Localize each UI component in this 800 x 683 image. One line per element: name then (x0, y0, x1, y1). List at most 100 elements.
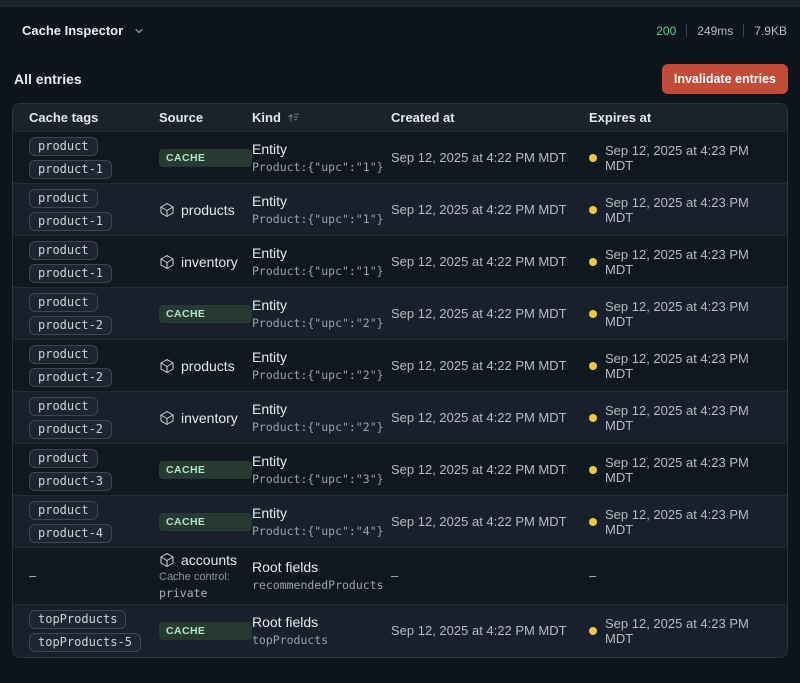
expires-at-cell: Sep 12, 2025 at 4:23 PM MDT (589, 247, 771, 277)
subgraph-name: products (181, 358, 235, 374)
expires-at-value: Sep 12, 2025 at 4:23 PM MDT (605, 247, 771, 277)
expires-at-value: Sep 12, 2025 at 4:23 PM MDT (605, 403, 771, 433)
created-at-cell: Sep 12, 2025 at 4:22 PM MDT (391, 254, 589, 269)
kind-detail: recommendedProducts (252, 578, 391, 592)
divider (743, 24, 744, 37)
expiry-status-dot (589, 154, 597, 162)
table-row[interactable]: productproduct-1productsEntityProduct:{"… (13, 184, 787, 236)
cache-tags-cell: productproduct-2 (29, 345, 159, 387)
cache-tag-pill: product-3 (29, 472, 112, 491)
table-row[interactable]: topProductstopProducts-5CACHERoot fields… (13, 605, 787, 657)
expires-at-cell: Sep 12, 2025 at 4:23 PM MDT (589, 507, 771, 537)
kind-cell: EntityProduct:{"upc":"1"} (252, 193, 391, 226)
source-cell: products (159, 358, 252, 374)
sort-icon (287, 111, 300, 124)
subgraph-source: products (159, 202, 252, 218)
kind-label: Entity (252, 245, 391, 261)
cache-tag-pill: product-2 (29, 316, 112, 335)
cache-tag-pill: product (29, 293, 98, 312)
created-at-cell: Sep 12, 2025 at 4:22 PM MDT (391, 202, 589, 217)
kind-detail: Product:{"upc":"1"} (252, 160, 391, 174)
expires-at-value: Sep 12, 2025 at 4:23 PM MDT (605, 616, 771, 646)
cache-tags-cell: product product-2 (29, 293, 159, 335)
table-row[interactable]: product product-2 CACHEEntityProduct:{"upc… (13, 288, 787, 340)
kind-label: Entity (252, 141, 391, 157)
cache-tags-cell: productproduct-2 (29, 397, 159, 439)
table-row[interactable]: productproduct-2 products EntityProduct:{"… (13, 340, 787, 392)
subgraph-name: inventory (181, 254, 238, 270)
kind-label: Entity (252, 297, 391, 313)
subgraph-source: products (159, 358, 252, 374)
kind-cell: EntityProduct:{"upc":"3"} (252, 453, 391, 486)
table-row[interactable]: productproduct-3CACHEEntityProduct:{"upc… (13, 444, 787, 496)
expires-at-cell: Sep 12, 2025 at 4:23 PM MDT (589, 143, 771, 173)
expires-at-value: Sep 12, 2025 at 4:23 PM MDT (605, 507, 771, 537)
expiry-status-dot (589, 518, 597, 526)
column-header-label: Kind (252, 110, 281, 125)
cache-tag-pill: product (29, 137, 98, 156)
empty-value: – (29, 568, 36, 583)
kind-detail: Product:{"upc":"4"} (252, 524, 391, 538)
expires-at-value: Sep 12, 2025 at 4:23 PM MDT (605, 299, 771, 329)
kind-cell: Entity Product:{"upc":"1"} (252, 141, 391, 174)
cache-source-badge: CACHE (159, 305, 252, 323)
column-header-label: Source (159, 110, 203, 125)
cube-icon (159, 254, 175, 270)
column-header-kind[interactable]: Kind (252, 110, 391, 125)
section-heading: All entries (14, 71, 82, 87)
table-row[interactable]: product product-4 CACHEEntity Product:{"upc… (13, 496, 787, 548)
cache-tags-cell: productproduct-1 (29, 189, 159, 231)
cache-tag-pill: product (29, 501, 98, 520)
kind-detail: Product:{"upc":"2"} (252, 420, 391, 434)
kind-cell: EntityProduct:{"upc":"2"} (252, 297, 391, 330)
kind-detail: Product:{"upc":"1"} (252, 264, 391, 278)
cache-control-note: Cache control:private (159, 570, 252, 600)
table-row[interactable]: productproduct-1 inventory Entity Product:{… (13, 236, 787, 288)
subgraph-name: accounts (181, 552, 237, 568)
expires-at-value: Sep 12, 2025 at 4:23 PM MDT (605, 143, 771, 173)
kind-label: Entity (252, 505, 391, 521)
column-header-created-at: Created at (391, 110, 589, 125)
request-status-group: 200 249ms 7.9KB (656, 24, 787, 38)
column-header-label: Created at (391, 110, 455, 125)
source-cell: CACHE (159, 305, 252, 323)
status-code: 200 (656, 24, 676, 38)
column-header-cache-tags: Cache tags (29, 110, 159, 125)
table-row[interactable]: – accounts Cache control:privateRoot field… (13, 548, 787, 605)
cache-tag-pill: product-2 (29, 420, 112, 439)
cache-tags-cell: productproduct-1 (29, 241, 159, 283)
created-at-cell: Sep 12, 2025 at 4:22 PM MDT (391, 358, 589, 373)
invalidate-entries-button[interactable]: Invalidate entries (662, 64, 788, 94)
expiry-status-dot (589, 466, 597, 474)
subgraph-source: inventory (159, 254, 252, 270)
cache-source-badge: CACHE (159, 149, 252, 167)
kind-cell: Entity Product:{"upc":"1"} (252, 245, 391, 278)
cache-source-badge: CACHE (159, 513, 252, 531)
cache-tags-cell: productproduct-3 (29, 449, 159, 491)
expires-at-cell: Sep 12, 2025 at 4:23 PM MDT (589, 351, 771, 381)
expires-at-value: Sep 12, 2025 at 4:23 PM MDT (605, 455, 771, 485)
table-row[interactable]: productproduct-2inventoryEntityProduct:{… (13, 392, 787, 444)
kind-detail: topProducts (252, 633, 391, 647)
table-body: productproduct-1CACHEEntityProduct:{"upc… (13, 132, 787, 657)
kind-cell: EntityProduct:{"upc":"2"} (252, 401, 391, 434)
expires-at-value: – (589, 568, 596, 583)
created-at-cell: Sep 12, 2025 at 4:22 PM MDT (391, 462, 589, 477)
expiry-status-dot (589, 310, 597, 318)
source-cell: CACHE (159, 149, 252, 167)
source-cell: inventory (159, 410, 252, 426)
cache-tag-pill: product-4 (29, 524, 112, 543)
kind-cell: EntityProduct:{"upc":"2"} (252, 349, 391, 382)
kind-cell: Root fieldsrecommendedProducts (252, 559, 391, 592)
table-row[interactable]: productproduct-1CACHEEntity Product:{"upc… (13, 132, 787, 184)
cache-inspector-dropdown[interactable]: Cache Inspector (22, 23, 145, 38)
kind-cell: Entity Product:{"upc":"4"} (252, 505, 391, 538)
cache-tag-pill: product (29, 241, 98, 260)
column-header-expires-at: Expires at (589, 110, 771, 125)
cache-tag-pill: product (29, 189, 98, 208)
column-header-source: Source (159, 110, 252, 125)
divider (686, 24, 687, 37)
cache-tags-cell: productproduct-1 (29, 137, 159, 179)
expiry-status-dot (589, 627, 597, 635)
expires-at-cell: Sep 12, 2025 at 4:23 PM MDT (589, 455, 771, 485)
